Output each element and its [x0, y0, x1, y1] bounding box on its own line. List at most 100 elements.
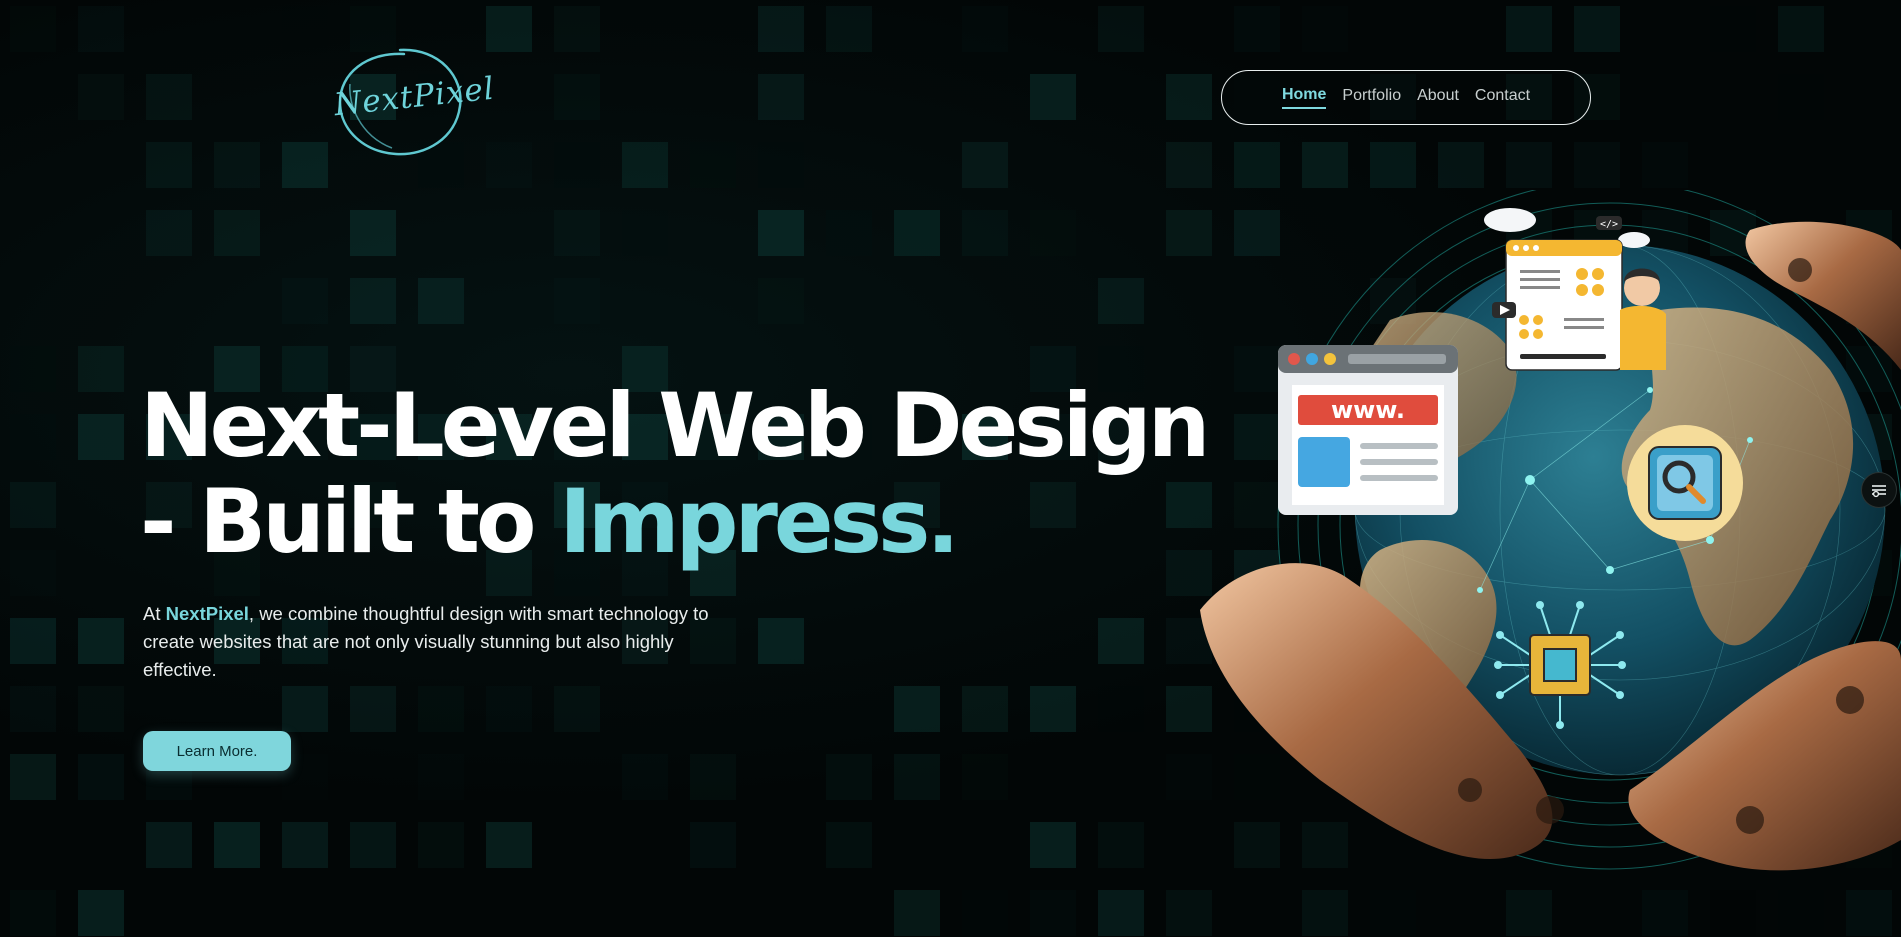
- learn-more-button[interactable]: Learn More.: [143, 731, 291, 771]
- nav-about[interactable]: About: [1417, 87, 1459, 108]
- grid-cell: [350, 686, 396, 732]
- grid-cell: [1030, 890, 1076, 936]
- grid-cell: [78, 754, 124, 800]
- developer-card: </>: [1484, 208, 1666, 371]
- grid-cell: [10, 6, 56, 52]
- grid-cell: [10, 482, 56, 528]
- nav-home[interactable]: Home: [1281, 86, 1327, 109]
- hero-title-accent: Impress.: [559, 470, 960, 573]
- grid-cell: [282, 278, 328, 324]
- grid-cell: [894, 210, 940, 256]
- grid-cell: [554, 6, 600, 52]
- grid-cell: [146, 74, 192, 120]
- grid-cell: [1166, 74, 1212, 120]
- grid-cell: [146, 142, 192, 188]
- globe-hands-illustration: www. </>: [1200, 190, 1901, 871]
- grid-cell: [962, 754, 1008, 800]
- grid-cell: [1030, 686, 1076, 732]
- grid-cell: [962, 686, 1008, 732]
- grid-cell: [962, 6, 1008, 52]
- grid-cell: [758, 210, 804, 256]
- grid-cell: [486, 6, 532, 52]
- logo[interactable]: NextPixel: [330, 44, 496, 160]
- grid-cell: [10, 686, 56, 732]
- hero-description: At NextPixel, we combine thoughtful desi…: [143, 600, 733, 684]
- grid-cell: [1234, 6, 1280, 52]
- grid-cell: [1098, 6, 1144, 52]
- grid-cell: [1642, 142, 1688, 188]
- grid-cell: [554, 142, 600, 188]
- grid-cell: [10, 346, 56, 392]
- grid-cell: [1778, 74, 1824, 120]
- grid-cell: [486, 142, 532, 188]
- grid-cell: [1370, 142, 1416, 188]
- grid-cell: [214, 822, 260, 868]
- grid-cell: [1302, 142, 1348, 188]
- grid-cell: [554, 210, 600, 256]
- grid-cell: [1846, 890, 1892, 936]
- grid-cell: [1710, 890, 1756, 936]
- grid-cell: [758, 6, 804, 52]
- grid-cell: [418, 822, 464, 868]
- grid-cell: [1166, 142, 1212, 188]
- grid-cell: [282, 142, 328, 188]
- grid-cell: [1710, 6, 1756, 52]
- grid-cell: [486, 686, 532, 732]
- code-tag-label: </>: [1600, 219, 1618, 230]
- grid-cell: [622, 142, 668, 188]
- grid-cell: [1506, 6, 1552, 52]
- grid-cell: [622, 754, 668, 800]
- grid-cell: [758, 142, 804, 188]
- grid-cell: [1370, 890, 1416, 936]
- grid-cell: [78, 414, 124, 460]
- grid-cell: [554, 686, 600, 732]
- grid-cell: [962, 890, 1008, 936]
- grid-cell: [350, 278, 396, 324]
- grid-cell: [10, 550, 56, 596]
- www-label: www.: [1331, 396, 1405, 424]
- grid-cell: [554, 74, 600, 120]
- grid-cell: [1234, 142, 1280, 188]
- hero-title-line2: - Built to: [140, 470, 560, 573]
- hero-section: NextPixel Home Portfolio About Contact N…: [0, 0, 1901, 937]
- grid-cell: [1098, 278, 1144, 324]
- hero-title-line1: Next-Level Web Design: [140, 374, 1210, 477]
- grid-cell: [1302, 890, 1348, 936]
- grid-cell: [962, 142, 1008, 188]
- grid-cell: [758, 278, 804, 324]
- grid-cell: [1098, 822, 1144, 868]
- grid-cell: [282, 822, 328, 868]
- grid-cell: [282, 6, 328, 52]
- hero-title: Next-Level Web Design - Built to Impress…: [140, 378, 1260, 570]
- grid-cell: [894, 686, 940, 732]
- grid-cell: [1030, 822, 1076, 868]
- grid-cell: [10, 414, 56, 460]
- grid-cell: [1098, 618, 1144, 664]
- grid-cell: [282, 686, 328, 732]
- grid-cell: [78, 74, 124, 120]
- nav-contact[interactable]: Contact: [1475, 87, 1530, 108]
- grid-cell: [894, 890, 940, 936]
- grid-cell: [1030, 210, 1076, 256]
- grid-cell: [1574, 142, 1620, 188]
- grid-cell: [214, 210, 260, 256]
- main-nav: Home Portfolio About Contact: [1221, 70, 1591, 125]
- nav-portfolio[interactable]: Portfolio: [1342, 87, 1401, 108]
- grid-cell: [78, 346, 124, 392]
- grid-cell: [622, 210, 668, 256]
- grid-cell: [826, 754, 872, 800]
- grid-cell: [78, 686, 124, 732]
- grid-cell: [350, 210, 396, 256]
- grid-cell: [894, 754, 940, 800]
- grid-cell: [554, 278, 600, 324]
- hero-desc-brand: NextPixel: [165, 603, 249, 624]
- grid-cell: [418, 754, 464, 800]
- grid-cell: [1506, 142, 1552, 188]
- grid-cell: [418, 686, 464, 732]
- grid-cell: [1098, 890, 1144, 936]
- settings-widget-button[interactable]: [1861, 472, 1897, 508]
- grid-cell: [146, 210, 192, 256]
- grid-cell: [486, 822, 532, 868]
- grid-cell: [1642, 890, 1688, 936]
- grid-cell: [1506, 890, 1552, 936]
